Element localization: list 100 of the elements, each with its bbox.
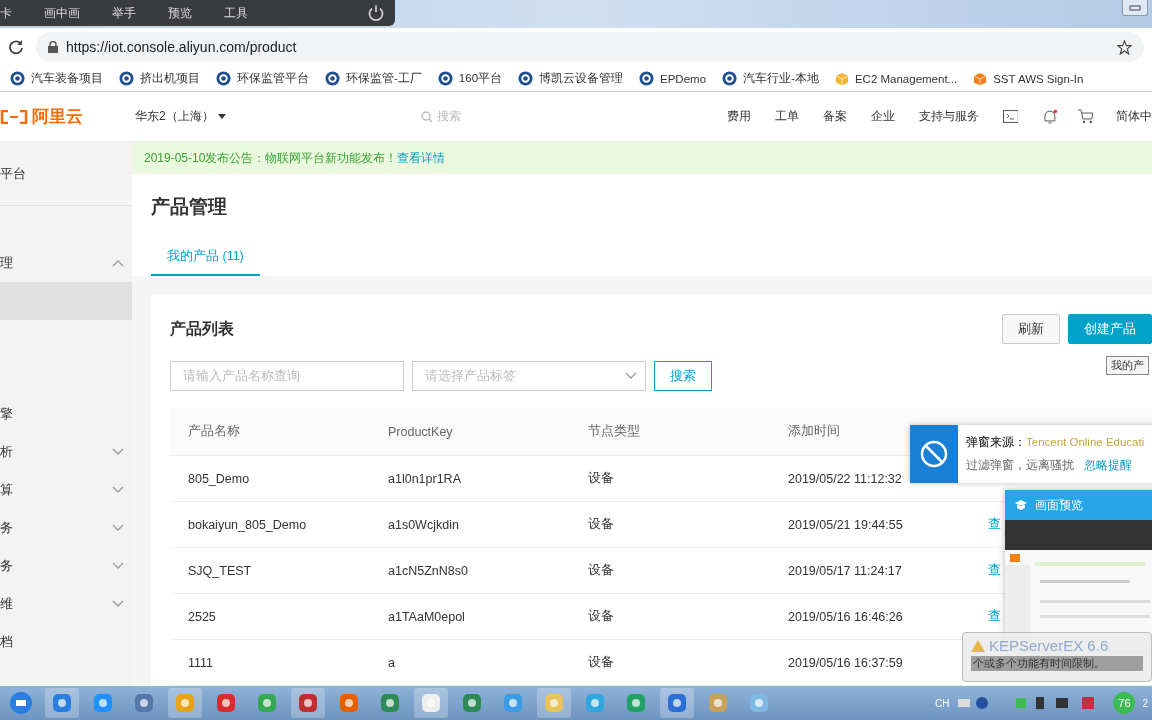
refresh-button[interactable]: 刷新	[1002, 314, 1060, 344]
table-cell: 2019/05/16 16:46:26	[788, 609, 903, 624]
bookmark[interactable]: 汽车行业-本地	[743, 71, 819, 86]
popup-message: 过滤弹窗，远离骚扰	[966, 458, 1074, 473]
chevron-icon	[625, 372, 637, 380]
bookmark[interactable]: 博凯云设备管理	[539, 71, 624, 86]
card-title: 产品列表	[170, 318, 234, 339]
sidebar-item[interactable]: 务	[0, 547, 132, 585]
source-name: Tencent Online Educati	[1026, 436, 1145, 448]
product-name-field[interactable]: 请输入产品名称查询	[170, 361, 404, 391]
taskbar-app-icon[interactable]	[537, 688, 571, 718]
column-header: 产品名称	[188, 423, 240, 440]
toast-title: KEPServerEX 6.6	[989, 637, 1109, 654]
table-cell: a1cN5ZnN8s0	[388, 563, 468, 578]
table-cell: 2019/05/22 11:12:32	[788, 471, 902, 486]
logo-icon	[0, 109, 28, 124]
address-bar[interactable]: https://iot.console.aliyun.com/product	[36, 32, 1144, 62]
language-selector[interactable]: 简体中	[1116, 108, 1152, 125]
toolbar-item[interactable]: 工具	[224, 4, 262, 22]
star-icon[interactable]	[1117, 39, 1132, 55]
sidebar-item[interactable]: 平台	[0, 155, 132, 193]
taskbar-app-icon[interactable]	[414, 688, 448, 718]
gear-icon	[119, 71, 134, 86]
notice-text: 2019-05-10发布公告：物联网平台新功能发布！	[144, 149, 398, 167]
caret-icon	[217, 114, 226, 119]
sidebar-item[interactable]: 务	[0, 509, 132, 547]
taskbar-app-icon[interactable]	[660, 688, 694, 718]
bookmark[interactable]: 环保监管-工厂	[346, 71, 422, 86]
bookmark[interactable]: 160平台	[458, 71, 503, 86]
nav-link[interactable]: 备案	[822, 108, 847, 125]
table-cell: 设备	[588, 562, 614, 579]
source-label: 弹窗来源：	[966, 436, 1026, 448]
table-cell: a1l0n1pr1RA	[388, 471, 461, 486]
toolbar-item[interactable]: 画中画	[44, 4, 94, 22]
sidebar-item[interactable]: 算	[0, 471, 132, 509]
power-icon[interactable]	[367, 4, 385, 22]
table-cell: 设备	[588, 654, 614, 671]
nav-link[interactable]: 企业	[870, 108, 895, 125]
reload-icon[interactable]	[8, 39, 24, 55]
search-icon	[421, 110, 433, 123]
table-cell: bokaiyun_805_Demo	[188, 517, 307, 532]
bookmark[interactable]: SST AWS Sign-In	[993, 72, 1084, 85]
table-cell: a1s0Wcjkdin	[388, 517, 459, 532]
table-cell: 设备	[588, 608, 614, 625]
page-title: 产品管理	[151, 195, 228, 219]
tooltip: 我的产	[1106, 356, 1149, 375]
sidebar-item[interactable]: 档	[0, 623, 132, 661]
taskbar-app-icon[interactable]	[291, 688, 325, 718]
sidebar-item[interactable]: 析	[0, 433, 132, 471]
table-cell: 设备	[588, 516, 614, 533]
cap-icon	[1015, 500, 1027, 510]
nav-link[interactable]: 工单	[774, 108, 799, 125]
gear-icon	[437, 71, 453, 86]
table-cell: 2525	[188, 609, 216, 624]
gear-icon	[325, 71, 340, 86]
toolbar-item[interactable]: 卡	[0, 4, 26, 22]
bookmark[interactable]: EC2 Management...	[854, 72, 958, 85]
gear-icon	[722, 71, 738, 86]
table-cell: a1TAaM0epol	[388, 609, 465, 624]
terminal-icon[interactable]	[1002, 110, 1019, 123]
url-text: https://iot.console.aliyun.com/product	[66, 39, 297, 55]
bookmark[interactable]: 环保监管平台	[237, 71, 309, 86]
gear-icon	[639, 71, 655, 86]
lock-icon	[48, 41, 58, 53]
cube-icon	[973, 71, 988, 86]
nav-link[interactable]: 费用	[726, 108, 751, 125]
column-header: 节点类型	[588, 423, 640, 440]
table-cell: 2019/05/16 16:37:59	[788, 655, 903, 670]
minimize-button[interactable]	[1122, 0, 1148, 16]
table-cell: SJQ_TEST	[188, 563, 252, 578]
gear-icon	[518, 71, 534, 86]
minimize-icon	[1129, 4, 1141, 11]
gear-icon	[10, 71, 25, 86]
bell-icon[interactable]	[1042, 108, 1059, 125]
gear-icon	[216, 71, 231, 86]
clock-text: 2	[1142, 697, 1148, 709]
taskbar-app-icon[interactable]	[45, 688, 79, 718]
window-title: 画面预览	[1035, 496, 1083, 514]
sidebar-item[interactable]: 理	[0, 244, 132, 282]
toast-message: 个或多个功能有时间限制。	[971, 656, 1143, 671]
column-header: 添加时间	[788, 423, 840, 440]
cart-icon[interactable]	[1078, 109, 1094, 124]
table-cell: 805_Demo	[188, 471, 250, 486]
column-header: ProductKey	[388, 424, 453, 439]
cube-icon	[834, 71, 849, 86]
table-cell: 设备	[588, 470, 614, 487]
table-cell: 2019/05/21 19:44:55	[788, 517, 903, 532]
toolbar-item[interactable]: 举手	[112, 4, 150, 22]
sidebar-item[interactable]: 维	[0, 585, 132, 623]
nav-link[interactable]: 支持与服务	[918, 108, 979, 125]
table-cell: a	[388, 655, 395, 670]
region-selector[interactable]: 华东2（上海）	[135, 108, 214, 125]
table-cell: 2019/05/17 11:24:17	[788, 563, 902, 578]
bookmark[interactable]: 挤出机项目	[140, 71, 200, 86]
block-icon	[920, 440, 948, 468]
sidebar-item[interactable]: 擎	[0, 395, 132, 433]
bookmark[interactable]: EPDemo	[660, 72, 707, 85]
taskbar-app-icon[interactable]	[168, 688, 202, 718]
toolbar-item[interactable]: 预览	[168, 4, 206, 22]
bookmark[interactable]: 汽车装备项目	[31, 71, 103, 86]
